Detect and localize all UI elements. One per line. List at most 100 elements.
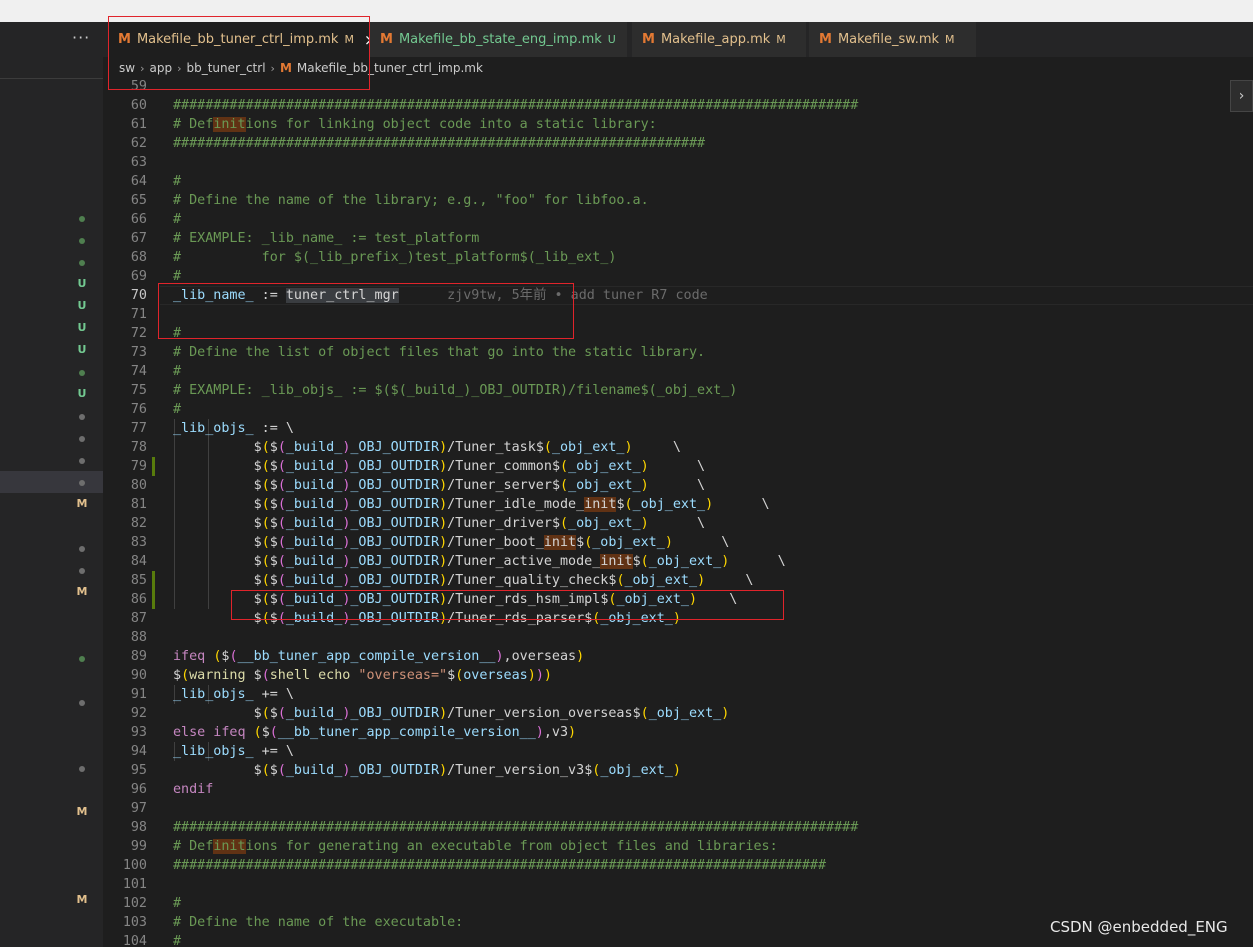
code-line[interactable]: 93 else ifeq ($(__bb_tuner_app_compile_ve… [103,723,1253,742]
code-line[interactable]: 81 $($(_build_)_OBJ_OUTDIR)/Tuner_idle_m… [103,495,1253,514]
code-line[interactable]: 84 $($(_build_)_OBJ_OUTDIR)/Tuner_active… [103,552,1253,571]
line-number: 77 [130,421,147,436]
code-line[interactable]: 62 ######################################… [103,134,1253,153]
code-token: $ [551,459,560,474]
code-token: ) [576,649,585,664]
more-actions-icon[interactable]: ··· [72,28,90,47]
code-line[interactable]: 80 $($(_build_)_OBJ_OUTDIR)/Tuner_server… [103,476,1253,495]
line-number: 66 [130,212,147,227]
code-line[interactable]: 79 $($(_build_)_OBJ_OUTDIR)/Tuner_common… [103,457,1253,476]
code-token: ( [261,516,270,531]
code-token: # [173,364,182,379]
code-line[interactable]: 87 $($(_build_)_OBJ_OUTDIR)/Tuner_rds_pa… [103,609,1253,628]
git-status-badge: M [76,497,88,510]
code-line[interactable]: 86 $($(_build_)_OBJ_OUTDIR)/Tuner_rds_hs… [103,590,1253,609]
code-token: # Define the name of the executable: [173,915,464,930]
code-text: # for $(_lib_prefix_)test_platform$(_lib… [173,248,616,267]
code-line[interactable]: 60 ######################################… [103,96,1253,115]
code-token: ( [640,706,649,721]
tab-makefile-bb-tuner-ctrl-imp[interactable]: M Makefile_bb_tuner_ctrl_imp.mk M × [108,22,377,57]
chevron-right-icon[interactable]: › [1230,80,1253,112]
code-line[interactable]: 71 [103,305,1253,324]
code-token: ions for generating an executable from o… [245,839,778,854]
code-line[interactable]: 94 _lib_objs_ += \ [103,742,1253,761]
code-line[interactable]: 65 # Define the name of the library; e.g.… [103,191,1253,210]
code-line[interactable]: 67 # EXAMPLE: _lib_name_ := test_platform [103,229,1253,248]
code-line[interactable]: 100 #####################################… [103,856,1253,875]
code-token: __bb_tuner_app_compile_version__ [277,725,536,740]
code-line[interactable]: 97 [103,799,1253,818]
tab-makefile-bb-state-eng-imp[interactable]: M Makefile_bb_state_eng_imp.mk U [370,22,628,57]
breadcrumb-item-bb-tuner-ctrl[interactable]: bb_tuner_ctrl [186,61,265,75]
code-line[interactable]: 69 # [103,267,1253,286]
line-number: 72 [130,326,147,341]
code-line[interactable]: 72 # [103,324,1253,343]
code-line[interactable]: 88 [103,628,1253,647]
code-line[interactable]: 64 # [103,172,1253,191]
code-line[interactable]: 74 # [103,362,1253,381]
line-number: 73 [130,345,147,360]
code-token: # for $(_lib_prefix_)test_platform$(_lib… [173,250,617,265]
code-token: ( [560,516,569,531]
code-token: $ [269,440,278,455]
code-token: $ [616,497,625,512]
code-line[interactable]: 77 _lib_objs_ := \ [103,419,1253,438]
line-number: 75 [130,383,147,398]
status-dot [79,260,85,266]
line-number: 82 [130,516,147,531]
code-token: $ [632,706,641,721]
code-line[interactable]: 101 [103,875,1253,894]
code-line[interactable]: 78 $($(_build_)_OBJ_OUTDIR)/Tuner_task$(… [103,438,1253,457]
code-line[interactable]: 90 $(warning $(shell echo "overseas="$(ov… [103,666,1253,685]
code-text: # [173,362,181,381]
code-token: ( [261,592,270,607]
tab-makefile-app[interactable]: M Makefile_app.mk M [632,22,807,57]
code-token: /Tuner_rds_hsm_impl [447,592,601,607]
code-line[interactable]: 59 [103,79,1253,96]
explorer-selected-row[interactable] [0,471,103,493]
code-editor[interactable]: 59 60 ####################################… [103,79,1253,947]
code-token: $ [253,535,262,550]
code-token: init [543,535,577,550]
code-token: _OBJ_OUTDIR [350,573,440,588]
code-line[interactable]: 92 $($(_build_)_OBJ_OUTDIR)/Tuner_versio… [103,704,1253,723]
modified-badge: M [945,33,955,46]
code-text: $($(_build_)_OBJ_OUTDIR)/Tuner_quality_c… [173,571,754,590]
code-token: /Tuner_boot_ [447,535,544,550]
code-text: $($(_build_)_OBJ_OUTDIR)/Tuner_rds_parse… [173,609,681,628]
tab-makefile-sw[interactable]: M Makefile_sw.mk M [809,22,977,57]
code-text: # Define the name of the library; e.g., … [173,191,649,210]
code-text: _lib_name_ := tuner_ctrl_mgr zjv9tw, 5年前… [173,286,708,305]
code-line[interactable]: 76 # [103,400,1253,419]
code-line[interactable]: 96 endif [103,780,1253,799]
code-line[interactable]: 66 # [103,210,1253,229]
breadcrumb-item-file[interactable]: Makefile_bb_tuner_ctrl_imp.mk [297,61,483,75]
code-line[interactable]: 61 # Definitions for linking object code … [103,115,1253,134]
line-number: 83 [130,535,147,550]
code-line[interactable]: 99 # Definitions for generating an execut… [103,837,1253,856]
code-line[interactable]: 91 _lib_objs_ += \ [103,685,1253,704]
line-number: 92 [130,706,147,721]
code-token: $ [576,535,585,550]
code-line[interactable]: 95 $($(_build_)_OBJ_OUTDIR)/Tuner_versio… [103,761,1253,780]
git-status-badge: M [76,805,88,818]
code-line[interactable]: 73 # Define the list of object files that… [103,343,1253,362]
code-line[interactable]: 83 $($(_build_)_OBJ_OUTDIR)/Tuner_boot_i… [103,533,1253,552]
code-line[interactable]: 70 _lib_name_ := tuner_ctrl_mgr zjv9tw, 5… [103,286,1253,305]
code-line[interactable]: 82 $($(_build_)_OBJ_OUTDIR)/Tuner_driver… [103,514,1253,533]
code-line[interactable]: 68 # for $(_lib_prefix_)test_platform$(_l… [103,248,1253,267]
code-line[interactable]: 63 [103,153,1253,172]
code-line[interactable]: 98 ######################################… [103,818,1253,837]
code-line[interactable]: 102 # [103,894,1253,913]
code-line[interactable]: 75 # EXAMPLE: _lib_objs_ := $($(_build_)_… [103,381,1253,400]
code-line[interactable]: 85 $($(_build_)_OBJ_OUTDIR)/Tuner_qualit… [103,571,1253,590]
breadcrumb-item-sw[interactable]: sw [119,61,135,75]
code-line[interactable]: 89 ifeq ($(__bb_tuner_app_compile_version… [103,647,1253,666]
breadcrumb-item-app[interactable]: app [149,61,172,75]
code-token: _lib_objs_ [173,421,254,436]
code-token: ) [640,516,649,531]
modified-line-indicator [152,571,155,590]
code-token: ( [277,611,286,626]
